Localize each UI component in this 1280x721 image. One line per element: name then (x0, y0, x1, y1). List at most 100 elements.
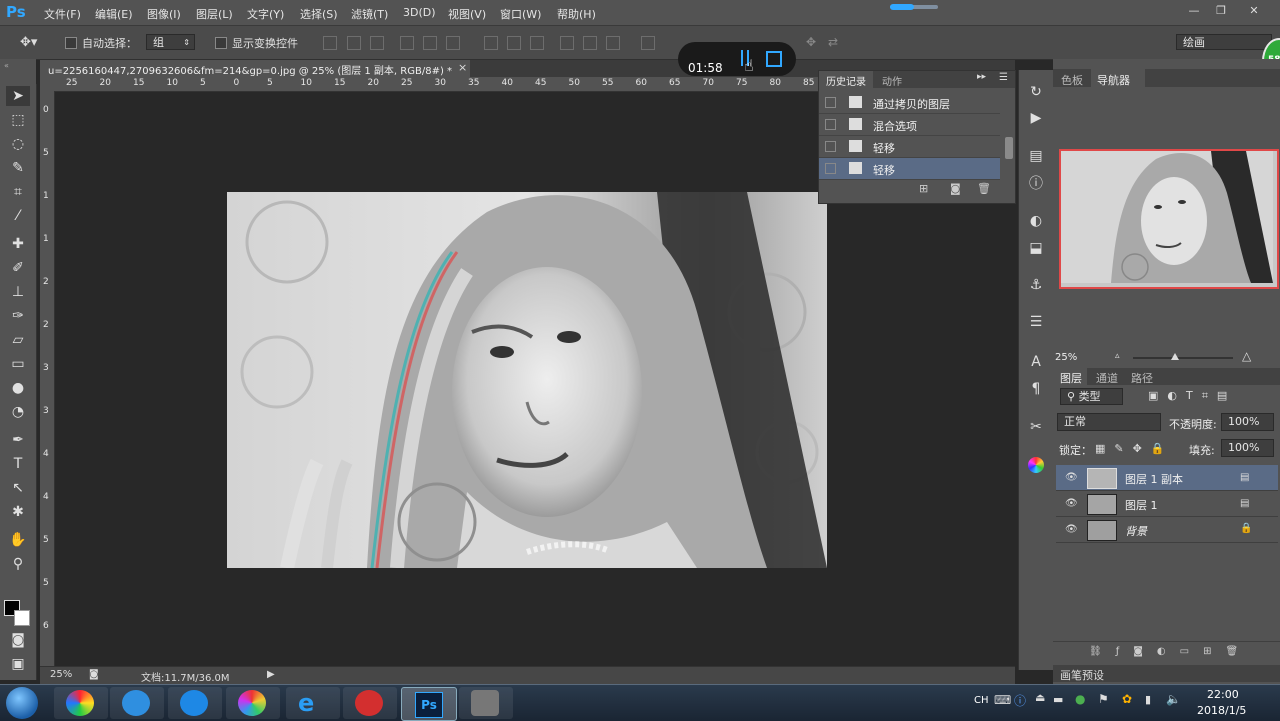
taskbar-app-ie[interactable]: e (286, 687, 340, 719)
3d-slide-icon[interactable]: ⇄ (828, 35, 838, 49)
status-arrow-icon[interactable]: ▶ (267, 669, 275, 680)
expand-icon[interactable]: ▸▸ (977, 72, 986, 82)
taskbar-app-360-browser[interactable] (54, 687, 108, 719)
status-zoom[interactable]: 25% (50, 669, 72, 680)
menu-3d[interactable]: 3D(D) (403, 6, 436, 19)
path-select-tool-icon[interactable]: ↖ (6, 478, 30, 498)
distribute-top-icon[interactable] (484, 36, 498, 50)
align-hcenter-icon[interactable] (423, 36, 437, 50)
zoom-in-icon[interactable]: △ (1242, 349, 1251, 363)
start-button[interactable] (6, 687, 38, 719)
auto-align-icon[interactable] (641, 36, 655, 50)
history-tab[interactable]: 历史记录 (826, 73, 866, 88)
clock-time[interactable]: 22:00 (1207, 688, 1239, 701)
document-tab[interactable]: u=2256160447,2709632606&fm=214&gp=0.jpg … (40, 60, 470, 77)
dodge-tool-icon[interactable]: ◔ (6, 402, 30, 422)
menu-type[interactable]: 文字(Y) (247, 6, 284, 22)
visibility-eye-icon[interactable]: 👁 (1065, 524, 1078, 535)
zoom-tool-icon[interactable]: ⚲ (6, 554, 30, 574)
zoom-out-icon[interactable]: ▵ (1115, 351, 1120, 361)
menu-view[interactable]: 视图(V) (448, 6, 486, 22)
paragraph-styles-icon[interactable]: ☰ (1028, 314, 1044, 330)
menu-edit[interactable]: 编辑(E) (95, 6, 133, 22)
adjustments-icon[interactable]: ◐ (1028, 213, 1044, 229)
marquee-tool-icon[interactable]: ⬚ (6, 110, 30, 130)
pen-tool-icon[interactable]: ✒ (6, 430, 30, 450)
taskbar-app-photos[interactable] (226, 687, 280, 719)
crop-tool-icon[interactable]: ⌗ (6, 182, 30, 202)
history-panel-icon[interactable]: ↻ (1028, 84, 1044, 100)
layer-filter-icons[interactable]: ▣◐T⌗▤ (1148, 389, 1236, 403)
layers-tab[interactable]: 图层 (1060, 370, 1082, 386)
auto-select-checkbox[interactable] (65, 37, 77, 49)
eyedropper-tool-icon[interactable]: ⁄ (6, 206, 30, 226)
distribute-hcenter-icon[interactable] (583, 36, 597, 50)
stop-icon[interactable] (766, 51, 782, 67)
history-snapshot-checkbox[interactable] (825, 141, 836, 152)
taskbar-app-messenger[interactable] (168, 687, 222, 719)
slider-track[interactable] (890, 4, 938, 10)
taskbar-app-netease-music[interactable] (343, 687, 397, 719)
help-icon[interactable]: ⓘ (1014, 692, 1026, 709)
menu-help[interactable]: 帮助(H) (557, 6, 596, 22)
menu-window[interactable]: 窗口(W) (500, 6, 541, 22)
status-icon[interactable]: ◙ (89, 669, 99, 680)
actions-play-icon[interactable]: ▶ (1028, 110, 1044, 126)
distribute-bottom-icon[interactable] (530, 36, 544, 50)
gradient-tool-icon[interactable]: ▭ (6, 354, 30, 374)
layer-row[interactable]: 👁 背景 🔒 (1056, 517, 1278, 543)
color-wheel-icon[interactable] (1028, 457, 1044, 473)
history-item[interactable]: 混合选项 (819, 114, 1000, 136)
align-right-icon[interactable] (446, 36, 460, 50)
align-vcenter-icon[interactable] (347, 36, 361, 50)
camera-icon[interactable]: ◙ (950, 182, 961, 195)
layer-row[interactable]: 👁 图层 1 ▤ (1056, 491, 1278, 517)
network-icon[interactable]: ▮ (1145, 693, 1151, 706)
history-item[interactable]: 轻移 (819, 158, 1000, 180)
menu-layer[interactable]: 图层(L) (196, 6, 233, 22)
volume-icon[interactable]: 🔈 (1166, 692, 1181, 706)
quick-select-tool-icon[interactable]: ✎ (6, 158, 30, 178)
ime-icon[interactable]: ▬ (1053, 693, 1063, 706)
blur-tool-icon[interactable]: ● (6, 378, 30, 398)
tray-icon[interactable]: ⏏ (1035, 691, 1045, 704)
taskbar-app-browser[interactable] (110, 687, 164, 719)
navigator-tab[interactable]: 导航器 (1097, 72, 1130, 88)
styles-icon[interactable]: ⬓ (1028, 240, 1044, 256)
security-icon[interactable]: ● (1075, 692, 1085, 706)
show-transform-checkbox[interactable] (215, 37, 227, 49)
align-left-icon[interactable] (400, 36, 414, 50)
clone-source-icon[interactable]: ⚓ (1028, 277, 1044, 293)
trash-icon[interactable]: 🗑 (977, 182, 991, 195)
clone-stamp-tool-icon[interactable]: ⊥ (6, 282, 30, 302)
layers-footer-icons[interactable]: ⛓ƒ◙◐▭⊞🗑 (1089, 646, 1252, 657)
align-top-icon[interactable] (323, 36, 337, 50)
screen-mode-icon[interactable]: ▣ (6, 654, 30, 674)
character-icon[interactable]: A (1028, 354, 1044, 370)
distribute-vcenter-icon[interactable] (507, 36, 521, 50)
move-tool-icon[interactable]: ✥▾ (20, 35, 37, 50)
visibility-eye-icon[interactable]: 👁 (1065, 472, 1078, 483)
clock-date[interactable]: 2018/1/5 (1197, 704, 1246, 717)
app-tray-icon[interactable]: ✿ (1122, 692, 1132, 706)
history-snapshot-checkbox[interactable] (825, 119, 836, 130)
move-tool-icon[interactable]: ➤ (6, 86, 30, 106)
navigator-zoom[interactable]: 25% (1055, 352, 1077, 363)
keyboard-icon[interactable]: ⌨ (994, 693, 1011, 707)
input-language[interactable]: CH (974, 695, 989, 706)
3d-pan-icon[interactable]: ✥ (806, 35, 816, 49)
brush-tool-icon[interactable]: ✐ (6, 258, 30, 278)
minimize-button[interactable]: — (1180, 2, 1208, 20)
blend-mode-select[interactable]: 正常 (1057, 413, 1161, 431)
history-item[interactable]: 轻移 (819, 136, 1000, 158)
info-icon[interactable]: ⓘ (1028, 176, 1044, 192)
collapse-icon[interactable]: « (4, 61, 9, 70)
document-canvas-image[interactable] (227, 192, 827, 568)
shape-tool-icon[interactable]: ✱ (6, 502, 30, 522)
menu-select[interactable]: 选择(S) (300, 6, 338, 22)
navigator-preview[interactable] (1059, 149, 1279, 289)
tool-presets-icon[interactable]: ✂ (1028, 419, 1044, 435)
close-tab-icon[interactable]: × (458, 61, 467, 74)
history-brush-tool-icon[interactable]: ✑ (6, 306, 30, 326)
eraser-tool-icon[interactable]: ▱ (6, 330, 30, 350)
